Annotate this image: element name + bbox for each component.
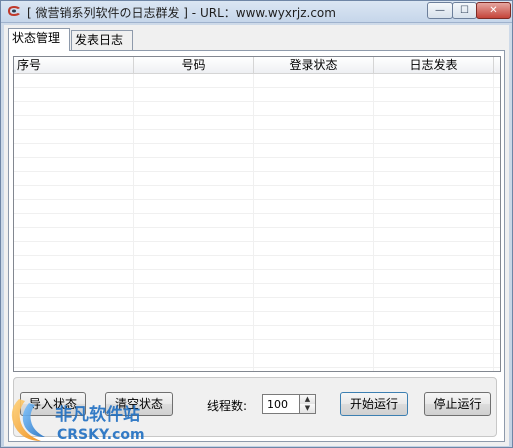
tab-status-management[interactable]: 状态管理 <box>8 28 70 51</box>
list-body[interactable] <box>14 74 500 371</box>
account-list[interactable]: 序号 号码 登录状态 日志发表 <box>13 56 501 372</box>
tab-page-status: 序号 号码 登录状态 日志发表 导入状态 清空状态 线程数: ▲ ▼ 开始运行 <box>8 50 505 442</box>
control-panel: 导入状态 清空状态 线程数: ▲ ▼ 开始运行 停止运行 <box>13 377 497 437</box>
stop-run-button[interactable]: 停止运行 <box>424 392 491 416</box>
list-header: 序号 号码 登录状态 日志发表 <box>14 57 500 74</box>
app-logo-icon <box>8 6 20 16</box>
clear-status-button[interactable]: 清空状态 <box>105 392 173 416</box>
import-status-button[interactable]: 导入状态 <box>20 392 86 416</box>
column-header-index[interactable]: 序号 <box>14 57 134 73</box>
threads-input[interactable] <box>262 394 300 414</box>
client-area: 状态管理 发表日志 序号 号码 登录状态 日志发表 导入状态 清空状态 线程数: <box>4 25 509 446</box>
tab-publish-log[interactable]: 发表日志 <box>71 30 133 50</box>
column-header-number[interactable]: 号码 <box>134 57 254 73</box>
title-bar[interactable]: [ 微营销系列软件の日志群发 ] - URL：www.wyxrjz.com — … <box>1 1 512 23</box>
column-header-filler <box>494 57 500 73</box>
start-run-button[interactable]: 开始运行 <box>340 392 408 416</box>
threads-spinner[interactable]: ▲ ▼ <box>300 394 316 414</box>
column-header-login-status[interactable]: 登录状态 <box>254 57 374 73</box>
minimize-button[interactable]: — <box>427 2 453 19</box>
maximize-button[interactable]: ☐ <box>452 2 477 19</box>
column-header-log-publish[interactable]: 日志发表 <box>374 57 494 73</box>
window-title: [ 微营销系列软件の日志群发 ] - URL：www.wyxrjz.com <box>27 6 336 20</box>
close-button[interactable]: ✕ <box>476 2 511 19</box>
arrow-down-icon[interactable]: ▼ <box>300 404 315 413</box>
app-window: [ 微营销系列软件の日志群发 ] - URL：www.wyxrjz.com — … <box>0 0 513 448</box>
threads-label: 线程数: <box>207 399 248 413</box>
